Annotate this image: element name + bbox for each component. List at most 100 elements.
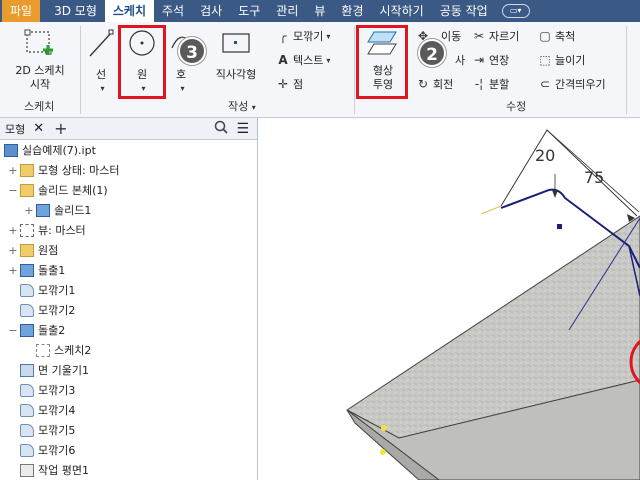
trim-button[interactable]: ✂ 자르기	[472, 28, 519, 44]
highlight-box-circle	[118, 25, 166, 99]
rotate-button[interactable]: ↻ 회전	[416, 76, 453, 92]
tree-item-label: 솔리드1	[54, 204, 92, 217]
line-button[interactable]: 선 ▾	[84, 28, 118, 96]
tree-item[interactable]: 모깎기1	[0, 280, 258, 300]
folder-icon	[20, 243, 34, 257]
move-button[interactable]: ✥ 이동	[416, 28, 461, 44]
solid-icon	[36, 203, 50, 217]
hamburger-menu-icon[interactable]: ☰	[236, 121, 249, 137]
fillet-button[interactable]: ╭ 모깎기 ▾	[276, 28, 330, 44]
menu-item-1[interactable]: 3D 모형	[46, 0, 105, 22]
menu-item-9[interactable]: 시작하기	[372, 0, 432, 22]
tree-item[interactable]: 작업 평면1	[0, 460, 258, 480]
scale-button[interactable]: ▢ 축척	[538, 28, 575, 44]
extend-label: 연장	[489, 54, 510, 67]
tree-item[interactable]: − 솔리드 본체(1)	[0, 180, 258, 200]
tree-item-label: 솔리드 본체(1)	[38, 184, 108, 197]
start-sketch-label-2: 시작	[29, 78, 51, 91]
tree-item[interactable]: + 원점	[0, 240, 258, 260]
add-tab-icon[interactable]: +	[54, 119, 67, 138]
menu-item-5[interactable]: 도구	[230, 0, 268, 22]
tree-item[interactable]: 모깎기6	[0, 440, 258, 460]
sketch-icon	[36, 343, 50, 357]
tree-item-label: 모깎기2	[38, 304, 76, 317]
expand-icon[interactable]: +	[8, 244, 18, 257]
dimension-label-20[interactable]: 20	[535, 146, 555, 165]
tree-item-label: 모형 상태: 마스터	[38, 164, 120, 177]
tree-item[interactable]: 스케치2	[0, 340, 258, 360]
tree-item[interactable]: 실습예제(7).ipt	[0, 140, 258, 160]
rectangle-icon	[222, 33, 250, 53]
search-icon[interactable]	[214, 120, 229, 138]
feat-icon	[20, 443, 34, 457]
offset-button[interactable]: ⊂ 간격띄우기	[538, 76, 606, 92]
expand-icon[interactable]: +	[8, 224, 18, 237]
ribbon-display-toggle-icon[interactable]: ▭▾	[501, 4, 530, 18]
split-icon: -¦	[474, 77, 484, 91]
menu-item-6[interactable]: 관리	[268, 0, 306, 22]
model-3d-view	[346, 129, 640, 480]
model-browser-panel: 모형 ✕ + ☰ 실습예제(7).ipt + 모형 상태: 마스터 − 솔리드 본체(1…	[0, 118, 258, 480]
tree-item[interactable]: 모깎기4	[0, 400, 258, 420]
tree-item-label: 실습예제(7).ipt	[22, 144, 96, 157]
collapse-icon[interactable]: −	[8, 184, 18, 197]
graphics-viewport[interactable]: 20 75	[259, 118, 640, 480]
folder-icon	[20, 163, 34, 177]
tree-item-label: 모깎기3	[38, 384, 76, 397]
copy-label: 사	[455, 54, 466, 67]
tree-item[interactable]: 면 기울기1	[0, 360, 258, 380]
copy-button[interactable]: 사	[416, 52, 465, 68]
fillet-label: 모깎기	[293, 30, 324, 43]
point-button[interactable]: ✛ 점	[276, 76, 303, 92]
offset-label: 간격띄우기	[555, 78, 606, 91]
split-button[interactable]: -¦ 분할	[472, 76, 509, 92]
scale-label: 축척	[555, 30, 576, 43]
tree-item-label: 모깎기4	[38, 404, 76, 417]
extend-button[interactable]: ⇥ 연장	[472, 52, 509, 68]
tree-item-label: 뷰: 마스터	[38, 224, 86, 237]
tree-item[interactable]: 모깎기2	[0, 300, 258, 320]
feat-icon	[20, 383, 34, 397]
tree-item[interactable]: + 뷰: 마스터	[0, 220, 258, 240]
tree-item[interactable]: − 돌출2	[0, 320, 258, 340]
menu-item-7[interactable]: 뷰	[306, 0, 333, 22]
menu-item-8[interactable]: 환경	[333, 0, 371, 22]
scale-icon: ▢	[539, 29, 551, 43]
dimension-label-75[interactable]: 75	[584, 168, 604, 187]
menubar: 파일 3D 모형 스케치 주석 검사 도구 관리 뷰 환경 시작하기 공동 작업 ▭▾	[0, 0, 640, 22]
text-label: 텍스트	[293, 54, 324, 67]
menu-item-2[interactable]: 스케치	[104, 0, 154, 22]
feat-icon	[20, 423, 34, 437]
chevron-down-icon: ▾	[326, 31, 331, 41]
fillet-icon: ╭	[279, 29, 287, 43]
rotate-label: 회전	[433, 78, 454, 91]
start-2d-sketch-button[interactable]: 2D 스케치 시작	[8, 28, 72, 92]
tree-item[interactable]: + 모형 상태: 마스터	[0, 160, 258, 180]
menu-item-4[interactable]: 검사	[192, 0, 230, 22]
tree-item[interactable]: + 솔리드1	[0, 200, 258, 220]
menu-item-0[interactable]: 파일	[2, 0, 41, 22]
collapse-icon[interactable]: −	[8, 324, 18, 337]
view-icon	[20, 223, 34, 237]
tree-item[interactable]: + 돌출1	[0, 260, 258, 280]
tree-item[interactable]: 모깎기3	[0, 380, 258, 400]
group-label-create[interactable]: 작성 ▾	[228, 98, 256, 114]
expand-icon[interactable]: +	[8, 264, 18, 277]
expand-icon[interactable]: +	[8, 164, 18, 177]
expand-icon[interactable]: +	[24, 204, 34, 217]
extend-icon: ⇥	[473, 53, 485, 67]
tab-model[interactable]: 모형	[3, 121, 27, 137]
tree-item[interactable]: 모깎기5	[0, 420, 258, 440]
line-label: 선	[95, 68, 107, 81]
menu-item-10[interactable]: 공동 작업	[432, 0, 496, 22]
panel-tab-bar: 모형 ✕ + ☰	[0, 118, 257, 140]
menu-item-3[interactable]: 주석	[154, 0, 192, 22]
rotate-icon: ↻	[417, 77, 429, 91]
point-icon: ✛	[277, 77, 289, 91]
arc-label: 호	[175, 68, 187, 81]
close-icon[interactable]: ✕	[33, 121, 44, 136]
stretch-button[interactable]: ⬚ 늘이기	[538, 52, 585, 68]
rectangle-button[interactable]: 직사각형	[208, 28, 264, 82]
text-button[interactable]: A 텍스트 ▾	[276, 52, 330, 68]
feat-icon	[20, 283, 34, 297]
